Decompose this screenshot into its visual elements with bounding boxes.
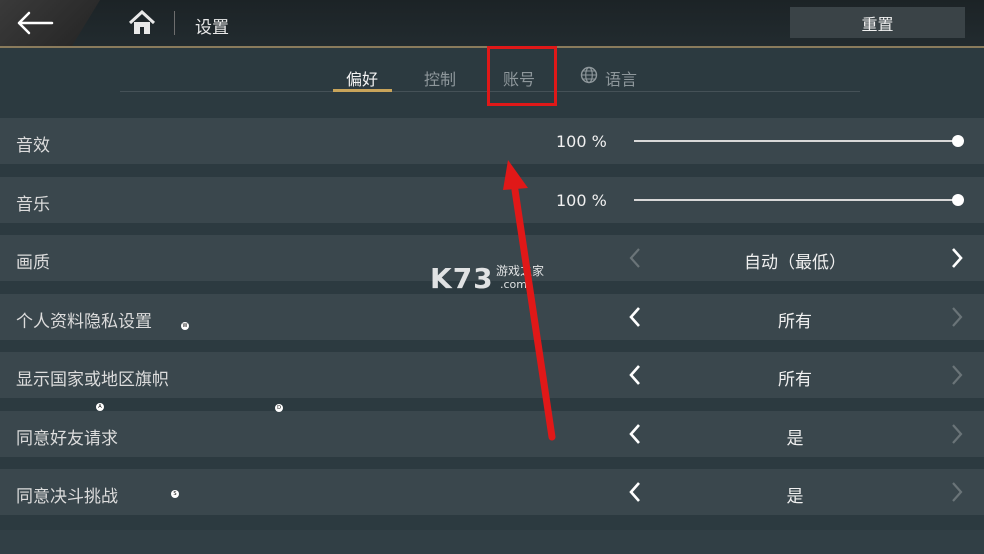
music-percent: 100 % <box>556 191 607 210</box>
key-hint: W <box>181 322 189 330</box>
music-slider-handle[interactable] <box>952 194 964 206</box>
flag-value: 所有 <box>778 370 812 390</box>
chevron-right-icon[interactable] <box>950 481 964 503</box>
tab-language[interactable]: 语言 <box>605 66 637 90</box>
sound-percent: 100 % <box>556 132 607 151</box>
title-separator <box>174 11 175 35</box>
setting-row-music: 音乐 100 % <box>0 177 984 223</box>
setting-label: 同意好友请求 <box>16 429 118 449</box>
tab-controls[interactable]: 控制 <box>424 66 456 90</box>
chevron-right-icon[interactable] <box>950 423 964 445</box>
friend-value: 是 <box>786 429 804 449</box>
setting-row-friend: 同意好友请求 是 <box>0 411 984 457</box>
setting-row-flag: 显示国家或地区旗帜 所有 <box>0 352 984 398</box>
home-icon[interactable] <box>128 10 156 36</box>
active-tab-indicator <box>333 89 392 92</box>
setting-label: 同意决斗挑战 <box>16 487 118 507</box>
top-bar: 设置 重置 <box>0 0 984 48</box>
setting-label: 个人资料隐私设置 <box>16 312 152 332</box>
key-hint: D <box>275 404 283 412</box>
chevron-right-icon[interactable] <box>950 364 964 386</box>
annotation-highlight-box <box>487 46 557 106</box>
sound-slider-track[interactable] <box>634 140 958 142</box>
music-slider-track[interactable] <box>634 199 958 201</box>
setting-label: 音乐 <box>16 195 50 215</box>
back-arrow-icon[interactable] <box>16 9 56 37</box>
key-hint: S <box>171 490 179 498</box>
quality-value: 自动（最低） <box>744 253 846 273</box>
k73-watermark: K73 游戏之家 .com <box>430 262 544 295</box>
setting-label: 画质 <box>16 253 50 273</box>
duel-value: 是 <box>786 487 804 507</box>
tab-preferences[interactable]: 偏好 <box>346 66 378 90</box>
page-title: 设置 <box>195 18 229 38</box>
setting-label: 音效 <box>16 136 50 156</box>
privacy-value: 所有 <box>778 312 812 332</box>
sound-slider-handle[interactable] <box>952 135 964 147</box>
setting-row-sound: 音效 100 % <box>0 118 984 164</box>
watermark-sub: 游戏之家 <box>496 264 545 278</box>
reset-button[interactable]: 重置 <box>790 7 965 38</box>
setting-row-privacy: 个人资料隐私设置 所有 <box>0 294 984 340</box>
watermark-domain: .com <box>500 278 527 291</box>
partially-hidden-row <box>0 530 984 554</box>
back-button-area[interactable] <box>0 0 100 46</box>
globe-icon <box>580 66 598 84</box>
chevron-right-icon[interactable] <box>950 247 964 269</box>
setting-label: 显示国家或地区旗帜 <box>16 370 169 390</box>
watermark-brand: K73 <box>430 262 494 295</box>
key-hint: A <box>96 403 104 411</box>
setting-row-duel: 同意决斗挑战 是 <box>0 469 984 515</box>
chevron-right-icon[interactable] <box>950 306 964 328</box>
